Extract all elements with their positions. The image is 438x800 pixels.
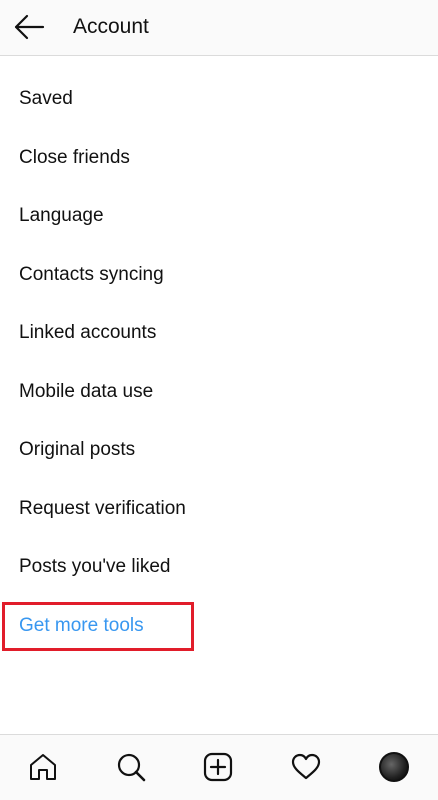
tab-new-post[interactable] [201,750,235,784]
header-bar: Account [0,0,438,56]
bottom-tab-bar [0,734,438,800]
menu-item-saved[interactable]: Saved [0,70,438,129]
menu-item-posts-liked[interactable]: Posts you've liked [0,538,438,597]
menu-item-close-friends[interactable]: Close friends [0,129,438,188]
home-icon [30,754,56,780]
menu-item-request-verification[interactable]: Request verification [0,480,438,539]
menu-item-language[interactable]: Language [0,187,438,246]
activity-heart-icon [291,753,321,780]
page-title: Account [73,15,149,38]
menu-item-linked-accounts[interactable]: Linked accounts [0,304,438,363]
new-post-icon [203,752,233,782]
menu-item-get-more-tools[interactable]: Get more tools [0,597,438,656]
menu-item-original-posts[interactable]: Original posts [0,421,438,480]
tab-home[interactable] [26,750,60,784]
search-icon [117,753,146,782]
menu-item-contacts-syncing[interactable]: Contacts syncing [0,246,438,305]
menu-item-mobile-data-use[interactable]: Mobile data use [0,363,438,422]
profile-avatar [379,752,409,782]
account-settings-list: Saved Close friends Language Contacts sy… [0,70,438,655]
back-button[interactable] [12,12,46,42]
tab-activity[interactable] [289,750,323,784]
tab-search[interactable] [114,750,148,784]
arrow-left-icon [14,14,45,40]
tab-profile[interactable] [377,750,411,784]
